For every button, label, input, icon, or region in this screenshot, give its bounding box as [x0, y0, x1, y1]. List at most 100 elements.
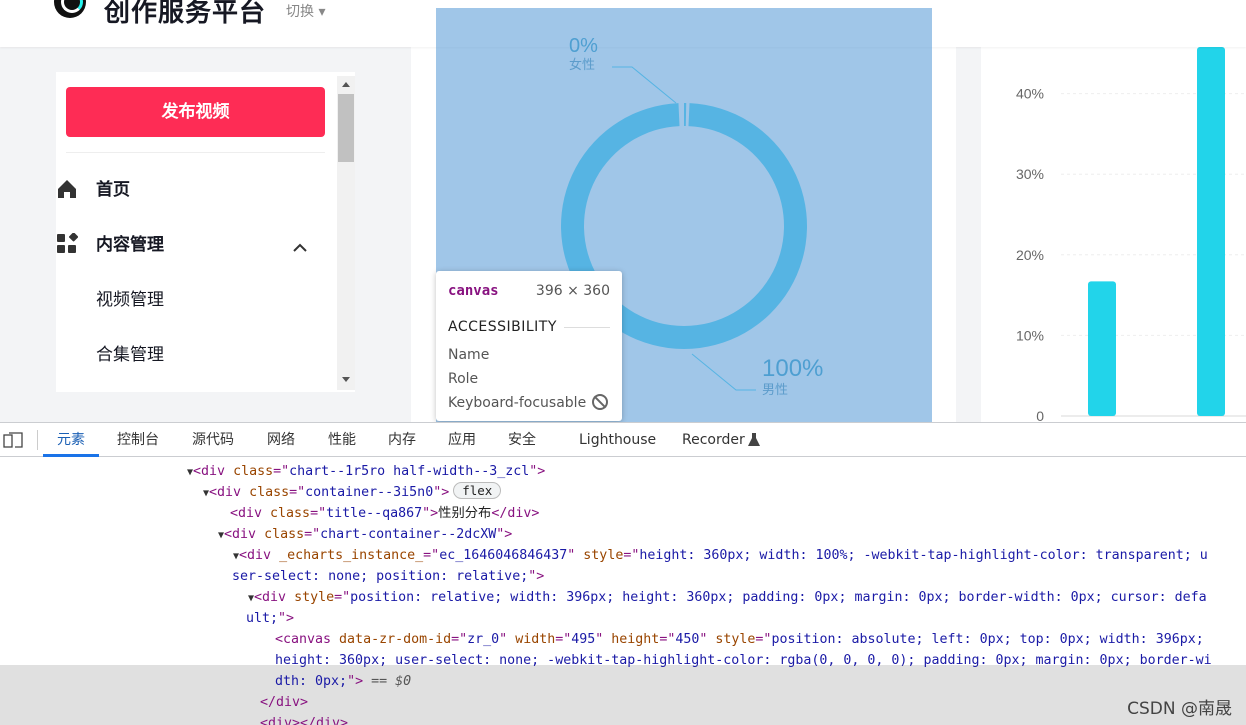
code-token: "> — [528, 569, 545, 584]
donut-slice-female[interactable] — [684, 103, 687, 127]
device-toolbar-icon[interactable] — [3, 432, 23, 448]
code-token: =" — [289, 485, 306, 500]
dom-node-line[interactable]: ▼<div style="position: relative; width: … — [248, 587, 1207, 608]
code-token: height — [611, 632, 660, 647]
dom-node-line[interactable]: dth: 0px;"> == $0 — [275, 671, 411, 692]
devtools-tab-bar: 元素 控制台 源代码 网络 性能 内存 应用 安全 Lighthouse Rec… — [0, 423, 1246, 457]
inspect-tooltip: canvas 396 × 360 ACCESSIBILITY Name Role… — [436, 271, 622, 421]
scroll-thumb[interactable] — [338, 94, 354, 162]
y-tick-label: 0 — [1036, 408, 1044, 422]
dom-node-line[interactable]: ▼<div class="chart-container--2dcXW"> — [218, 524, 512, 545]
code-token: =" — [334, 590, 351, 605]
tab-elements[interactable]: 元素 — [43, 423, 99, 457]
code-token: ec_1646046846437 — [439, 548, 568, 563]
dom-node-line[interactable]: <div class="title--qa867">性别分布</div> — [230, 503, 539, 524]
code-token: position: relative; width: 396px; height… — [350, 590, 1207, 605]
dom-node-line[interactable]: ▼<div class="container--3i5n0"> flex — [203, 482, 502, 503]
sidebar-item-label: 首页 — [96, 180, 130, 200]
code-token: chart--1r5ro half-width--3_zcl — [289, 464, 530, 479]
sidebar-item-label: 合集管理 — [96, 345, 164, 365]
tab-network[interactable]: 网络 — [267, 423, 295, 457]
tiktok-logo-icon[interactable] — [54, 0, 86, 18]
code-token: "> — [347, 674, 364, 689]
code-token: width — [515, 632, 556, 647]
age-bar[interactable] — [1197, 47, 1225, 416]
sidebar-item-content-management[interactable]: 内容管理 — [57, 230, 164, 260]
sidebar-item-label: 内容管理 — [96, 235, 164, 255]
tooltip-row-name: Name — [448, 347, 490, 363]
tab-recorder[interactable]: Recorder — [682, 423, 745, 457]
switch-dropdown[interactable]: 切换 ▾ — [286, 1, 325, 21]
code-token: " — [699, 632, 716, 647]
male-series-label: 男性 — [762, 383, 788, 398]
male-percent-label: 100% — [762, 355, 823, 382]
dom-node-line[interactable]: ser-select: none; position: relative;"> — [232, 566, 544, 587]
publish-video-button[interactable]: 发布视频 — [66, 87, 325, 137]
code-token: style — [294, 590, 335, 605]
code-token: height: 360px; user-select: none; -webki… — [275, 653, 1212, 668]
code-token: =" — [423, 548, 440, 563]
dom-node-line[interactable]: <canvas data-zr-dom-id="zr_0" width="495… — [275, 629, 1204, 650]
tab-security[interactable]: 安全 — [508, 423, 536, 457]
code-token: "> — [433, 485, 450, 500]
code-token: <div — [209, 485, 250, 500]
y-tick-label: 30% — [1016, 166, 1044, 182]
dom-node-line[interactable]: </div> — [260, 692, 308, 713]
web-page: 创作服务平台 切换 ▾ 发布视频 首页 内容管理 视频管理 合集管理 0 10%… — [0, 0, 1246, 422]
code-token: " — [595, 632, 612, 647]
code-token: =" — [659, 632, 676, 647]
tab-performance[interactable]: 性能 — [328, 423, 356, 457]
dom-node-line[interactable]: height: 360px; user-select: none; -webki… — [275, 650, 1212, 671]
y-tick-label: 10% — [1016, 327, 1044, 343]
flex-badge[interactable]: flex — [453, 482, 502, 499]
code-token: </div> — [491, 506, 540, 521]
sidebar-item-collection-management[interactable]: 合集管理 — [96, 340, 164, 370]
sidebar-item-home[interactable]: 首页 — [58, 175, 130, 205]
scroll-up-arrow-icon[interactable] — [342, 82, 350, 87]
age-bar[interactable] — [1088, 281, 1116, 416]
code-token: 450 — [675, 632, 700, 647]
tab-separator — [37, 430, 38, 450]
code-token: =" — [273, 464, 290, 479]
scroll-down-arrow-icon[interactable] — [342, 377, 350, 382]
code-token: _echarts_instance_ — [279, 548, 424, 563]
not-focusable-icon — [592, 394, 608, 410]
code-token: class — [249, 485, 290, 500]
dom-node-line[interactable]: ▼<div _echarts_instance_="ec_16460468464… — [233, 545, 1208, 566]
tab-sources[interactable]: 源代码 — [192, 423, 234, 457]
code-token: chart-container--2dcXW — [320, 527, 497, 542]
dom-node-line[interactable]: <div></div> — [260, 713, 348, 725]
code-token: "> — [422, 506, 439, 521]
experimental-flask-icon — [748, 433, 760, 446]
dom-node-line[interactable]: ▼<div class="chart--1r5ro half-width--3_… — [187, 461, 545, 482]
female-percent-label: 0% — [569, 35, 598, 57]
code-token: class — [270, 506, 311, 521]
home-icon — [58, 180, 76, 198]
tab-lighthouse[interactable]: Lighthouse — [579, 423, 656, 457]
tab-memory[interactable]: 内存 — [388, 423, 416, 457]
code-token: <div — [230, 506, 271, 521]
code-token: ser-select: none; position: relative; — [232, 569, 529, 584]
tab-application[interactable]: 应用 — [448, 423, 476, 457]
female-series-label: 女性 — [569, 57, 595, 73]
female-leader-line — [612, 66, 677, 104]
sidebar-item-label: 视频管理 — [96, 290, 164, 310]
code-token: class — [264, 527, 305, 542]
code-token: == $0 — [363, 674, 412, 689]
age-bar-chart: 0 10% 20% 30% 40% — [1016, 47, 1246, 422]
code-token: <div — [254, 590, 295, 605]
code-token: style — [583, 548, 624, 563]
sidebar-scrollbar[interactable] — [337, 76, 355, 390]
sidebar-item-video-management[interactable]: 视频管理 — [96, 285, 164, 315]
code-token: =" — [304, 527, 321, 542]
tooltip-divider — [564, 327, 610, 328]
dom-node-line[interactable]: ult;"> — [246, 608, 294, 629]
selected-node-highlight — [0, 665, 1246, 725]
tooltip-row-keyboard-focusable: Keyboard-focusable — [448, 395, 587, 411]
code-token: dth: 0px; — [275, 674, 348, 689]
watermark: CSDN @南晟 — [1127, 699, 1232, 719]
code-token: " — [499, 632, 516, 647]
chevron-up-icon[interactable] — [292, 240, 308, 256]
code-token: <div></div> — [260, 716, 349, 725]
tab-console[interactable]: 控制台 — [117, 423, 159, 457]
